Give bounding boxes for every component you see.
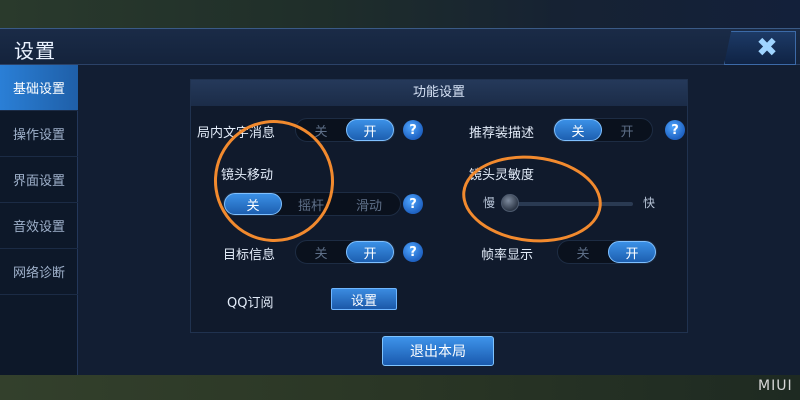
fps-display-toggle[interactable]: 关 开 — [557, 240, 657, 264]
target-info-label: 目标信息 — [223, 248, 276, 263]
sidebar-item-interface[interactable]: 界面设置 — [0, 157, 78, 203]
game-hud-top — [0, 0, 800, 28]
sidebar-item-controls[interactable]: 操作设置 — [0, 111, 78, 157]
fps-display-on[interactable]: 开 — [608, 241, 656, 263]
recommend-desc-help-icon[interactable]: ? — [665, 120, 685, 140]
recommend-desc-label: 推荐装描述 — [469, 126, 535, 141]
sensitivity-max-label: 快 — [643, 196, 656, 210]
settings-window: 设置 ✖ 基础设置 操作设置 界面设置 音效设置 网络诊断 功能设置 局内文字消… — [0, 28, 800, 375]
title-bar: 设置 ✖ — [0, 29, 800, 65]
close-icon: ✖ — [756, 33, 778, 63]
panel-header: 功能设置 — [191, 80, 687, 106]
in-game-text-on[interactable]: 开 — [346, 119, 394, 141]
close-button[interactable]: ✖ — [724, 31, 796, 65]
sidebar-item-sound[interactable]: 音效设置 — [0, 203, 78, 249]
exit-match-button[interactable]: 退出本局 — [382, 336, 494, 366]
watermark-text: MIUI — [758, 378, 793, 394]
target-info-off[interactable]: 关 — [296, 241, 346, 263]
recommend-desc-on[interactable]: 开 — [602, 119, 652, 141]
settings-sidebar: 基础设置 操作设置 界面设置 音效设置 网络诊断 — [0, 65, 78, 375]
sidebar-item-basic[interactable]: 基础设置 — [0, 65, 78, 111]
recommend-desc-off[interactable]: 关 — [554, 119, 602, 141]
camera-move-help-icon[interactable]: ? — [403, 194, 423, 214]
fps-display-label: 帧率显示 — [481, 248, 534, 263]
qq-subscribe-settings-button[interactable]: 设置 — [331, 288, 397, 310]
recommend-desc-toggle[interactable]: 关 开 — [553, 118, 653, 142]
settings-content: 功能设置 局内文字消息 关 开 ? 推荐装描述 关 开 ? 镜头移动 关 摇杆 … — [78, 65, 800, 375]
game-hud-bottom — [0, 374, 800, 400]
target-info-help-icon[interactable]: ? — [403, 242, 423, 262]
in-game-text-help-icon[interactable]: ? — [403, 120, 423, 140]
qq-subscribe-label: QQ订阅 — [227, 296, 274, 311]
fps-display-off[interactable]: 关 — [558, 241, 608, 263]
window-title: 设置 — [14, 39, 56, 63]
target-info-toggle[interactable]: 关 开 — [295, 240, 395, 264]
sidebar-item-network[interactable]: 网络诊断 — [0, 249, 78, 295]
camera-move-option-swipe[interactable]: 滑动 — [340, 193, 398, 215]
target-info-on[interactable]: 开 — [346, 241, 394, 263]
